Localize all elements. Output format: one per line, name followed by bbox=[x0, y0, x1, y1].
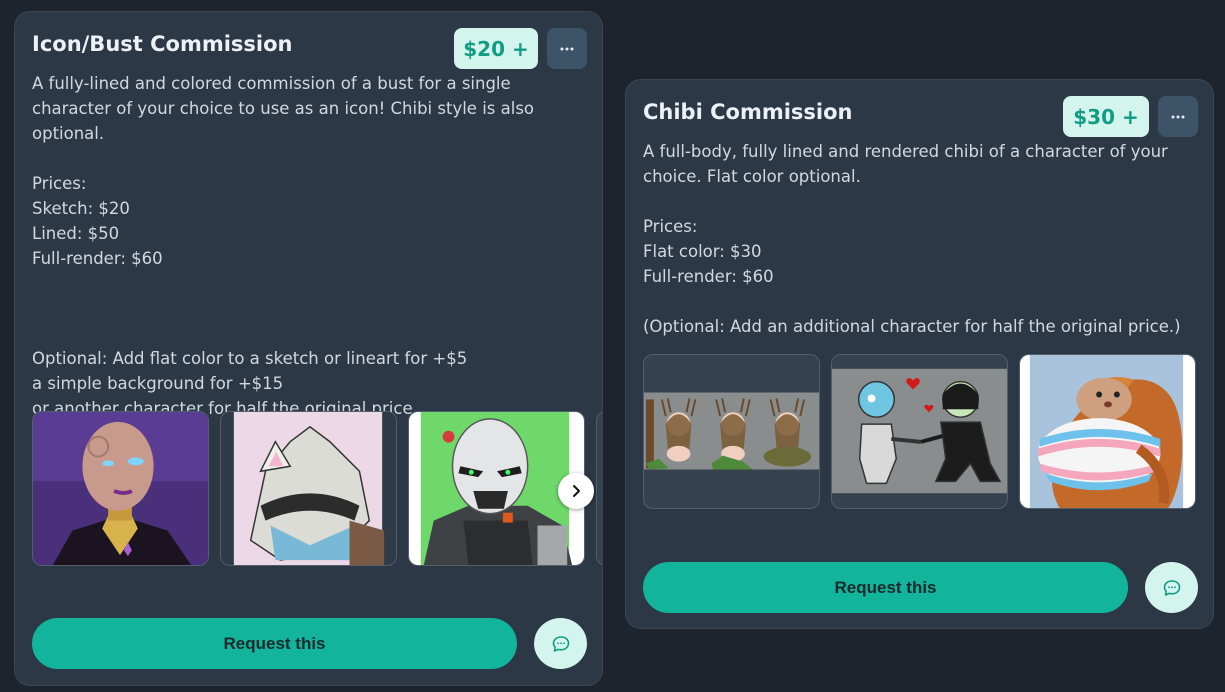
message-button[interactable] bbox=[534, 618, 587, 669]
card-description: A full-body, fully lined and rendered ch… bbox=[643, 142, 1181, 336]
commission-card-icon-bust: Icon/Bust Commission $20 + A fully-lined… bbox=[14, 11, 603, 686]
card-title: Chibi Commission bbox=[643, 100, 853, 124]
more-options-button[interactable] bbox=[1158, 96, 1198, 137]
more-dots-icon bbox=[560, 47, 574, 50]
gallery-image-pangolin[interactable] bbox=[1019, 354, 1196, 509]
gallery-image-antlered-chibis[interactable] bbox=[643, 354, 820, 509]
image-gallery bbox=[32, 411, 602, 566]
request-this-button[interactable]: Request this bbox=[643, 562, 1128, 613]
image-gallery bbox=[643, 354, 1196, 509]
more-dots-icon bbox=[1171, 115, 1185, 118]
chevron-right-icon bbox=[573, 485, 580, 497]
message-button[interactable] bbox=[1145, 562, 1198, 613]
chat-bubble-icon bbox=[1163, 579, 1180, 596]
request-this-button[interactable]: Request this bbox=[32, 618, 517, 669]
chat-bubble-icon bbox=[552, 635, 569, 652]
card-title: Icon/Bust Commission bbox=[32, 32, 293, 56]
gallery-image-knight-helmet[interactable] bbox=[220, 411, 397, 566]
price-badge: $30 + bbox=[1063, 96, 1149, 137]
gallery-image-two-chibis[interactable] bbox=[831, 354, 1008, 509]
gallery-image-partial[interactable] bbox=[596, 411, 602, 566]
price-badge: $20 + bbox=[454, 28, 538, 69]
gallery-image-bust-portrait[interactable] bbox=[32, 411, 209, 566]
gallery-next-button[interactable] bbox=[558, 473, 594, 509]
more-options-button[interactable] bbox=[547, 28, 587, 69]
card-description: A fully-lined and colored commission of … bbox=[32, 74, 535, 418]
commission-card-chibi: Chibi Commission $30 + A full-body, full… bbox=[625, 79, 1214, 629]
